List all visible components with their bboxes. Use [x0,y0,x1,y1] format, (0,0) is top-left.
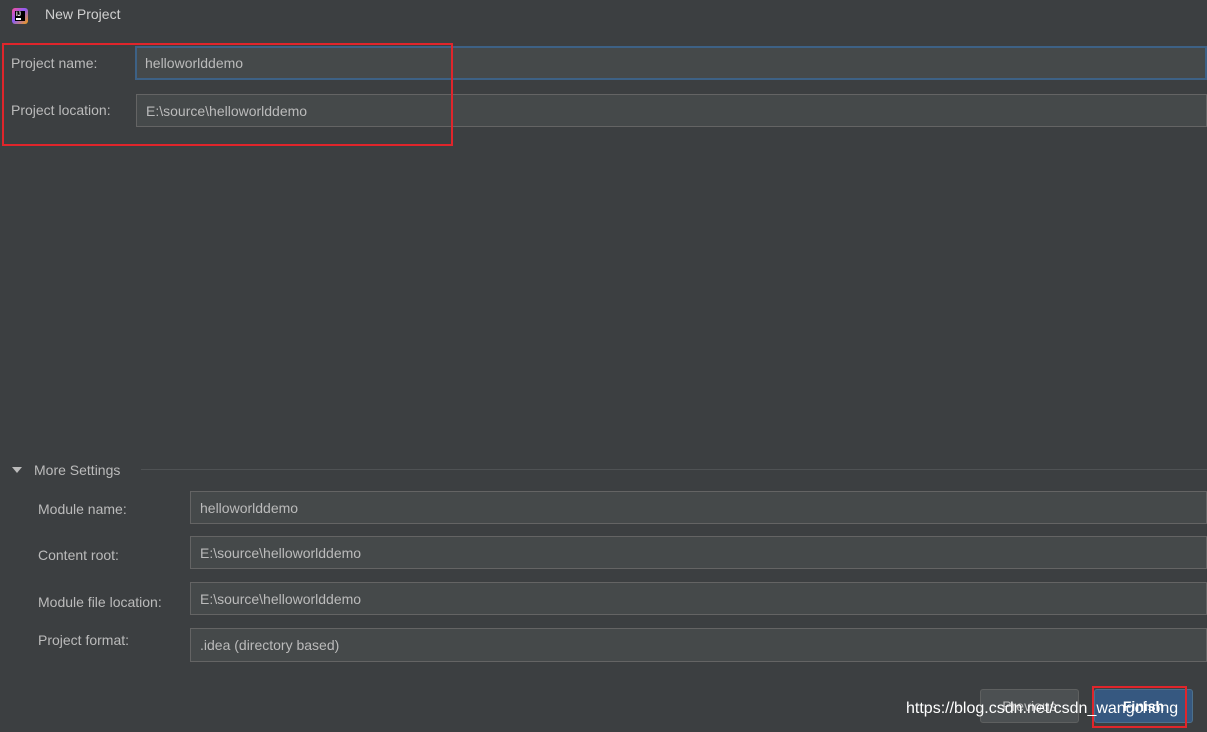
more-settings-label: More Settings [34,462,121,478]
project-location-label: Project location: [11,102,111,118]
module-name-input[interactable] [190,491,1207,524]
module-name-label: Module name: [38,501,127,517]
more-settings-toggle[interactable]: More Settings [12,461,120,479]
project-name-label: Project name: [11,55,98,71]
project-name-input[interactable] [135,46,1207,80]
triangle-down-icon [12,467,22,473]
module-file-location-label: Module file location: [38,594,162,610]
watermark-text: https://blog.csdn.net/csdn_wangchong [906,700,1179,717]
project-location-input[interactable] [136,94,1207,127]
project-format-select[interactable]: .idea (directory based) [190,628,1207,662]
more-settings-divider [141,469,1207,470]
content-root-input[interactable] [190,536,1207,569]
window-title: New Project [45,6,121,22]
content-root-label: Content root: [38,547,119,563]
intellij-idea-icon: IJ [12,8,28,24]
project-format-value: .idea (directory based) [200,637,340,653]
project-format-label: Project format: [38,632,130,648]
title-bar: IJ New Project [0,0,1207,31]
module-file-location-input[interactable] [190,582,1207,615]
